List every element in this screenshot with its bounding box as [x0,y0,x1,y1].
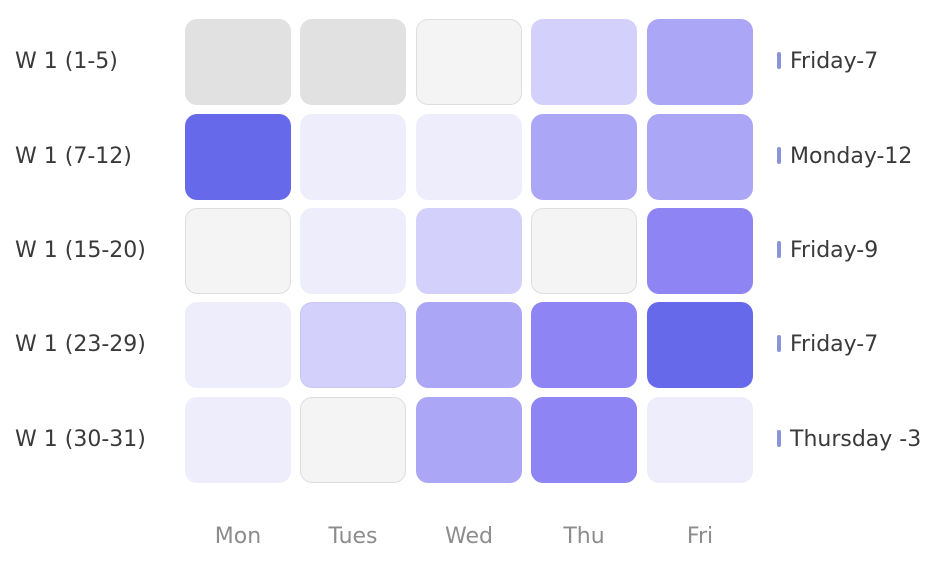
heatmap-cell[interactable] [185,114,291,200]
row-label: W 1 (7-12) [15,144,132,169]
heatmap-cell[interactable] [647,208,753,294]
note-bar-icon [777,430,781,447]
day-label: Fri [686,524,714,549]
heatmap-cell[interactable] [300,208,406,294]
row-note-text: Friday-7 [790,332,879,357]
note-bar-icon [777,147,781,164]
row-label: W 1 (1-5) [15,49,118,74]
row-note-text: Monday-12 [790,144,913,169]
row-label: W 1 (30-31) [15,427,146,452]
heatmap-cell[interactable] [647,397,753,483]
heatmap-cell[interactable] [416,208,522,294]
heatmap-cell[interactable] [185,19,291,105]
row-note: Friday-9 [777,240,878,262]
heatmap-cell[interactable] [647,114,753,200]
heatmap-cell[interactable] [185,208,291,294]
day-label: Thu [563,524,605,549]
heatmap-cell[interactable] [300,19,406,105]
heatmap-cell[interactable] [531,302,637,388]
heatmap-cell[interactable] [647,302,753,388]
heatmap-cell[interactable] [416,19,522,105]
day-label: Wed [445,524,493,549]
row-note-text: Thursday -3 [790,427,922,452]
row-note: Friday-7 [777,51,878,73]
note-bar-icon [777,335,781,352]
heatmap-cell[interactable] [300,114,406,200]
row-note: Monday-12 [777,146,912,168]
heatmap-cell[interactable] [416,397,522,483]
heatmap-cell[interactable] [531,114,637,200]
heatmap-cell[interactable] [647,19,753,105]
heatmap-cell[interactable] [300,397,406,483]
row-note: Thursday -3 [777,429,921,451]
heatmap-cell[interactable] [300,302,406,388]
row-note-text: Friday-9 [790,238,879,263]
heatmap-cell[interactable] [185,302,291,388]
row-note-text: Friday-7 [790,49,879,74]
row-note: Friday-7 [777,334,878,356]
row-label: W 1 (23-29) [15,332,146,357]
heatmap-cell[interactable] [416,114,522,200]
heatmap-cell[interactable] [531,208,637,294]
day-label: Mon [214,524,262,549]
weekly-heatmap-chart: W 1 (1-5) Friday-7 W 1 (7-12) Monday-12 W 1 … [0,0,948,572]
heatmap-cell[interactable] [185,397,291,483]
heatmap-cell[interactable] [531,19,637,105]
note-bar-icon [777,241,781,258]
note-bar-icon [777,52,781,69]
heatmap-cell[interactable] [531,397,637,483]
day-label: Tues [328,524,378,549]
row-label: W 1 (15-20) [15,238,146,263]
heatmap-cell[interactable] [416,302,522,388]
